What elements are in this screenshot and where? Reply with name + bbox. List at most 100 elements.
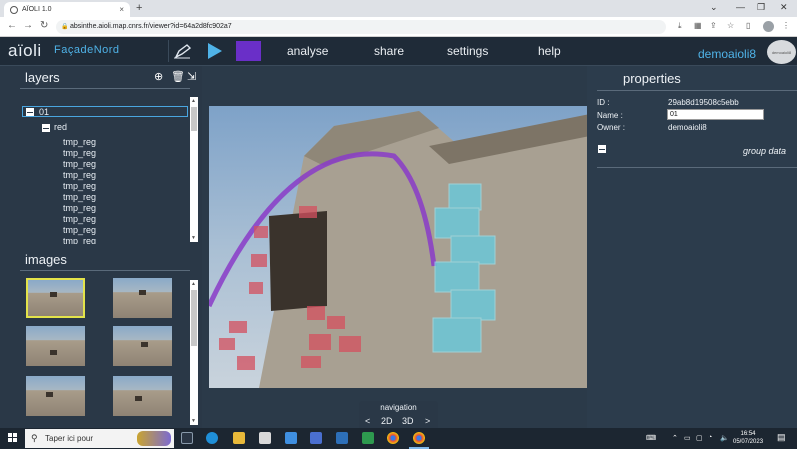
chat-icon[interactable]: ▢ — [696, 434, 703, 442]
browser-tab[interactable]: AÏOLI 1.0 × — [4, 2, 130, 17]
group-data-divider — [597, 167, 797, 168]
properties-title: properties — [623, 71, 681, 86]
translate-icon[interactable]: ▦ — [694, 21, 702, 30]
layer-group-01[interactable]: 01 — [22, 106, 188, 117]
group-data-label[interactable]: group data — [743, 146, 786, 156]
images-scrollbar[interactable]: ▲ ▼ — [190, 280, 198, 425]
layer-item[interactable]: tmp_reg — [63, 225, 96, 235]
app-icon[interactable] — [336, 432, 348, 444]
name-field[interactable] — [667, 109, 764, 120]
layer-item[interactable]: tmp_reg — [63, 181, 96, 191]
prev-image-button[interactable]: < — [365, 416, 370, 426]
image-thumbnail[interactable] — [113, 278, 172, 318]
forward-icon[interactable]: → — [23, 20, 33, 31]
layer-group-red[interactable]: red — [41, 122, 67, 132]
chrome-icon[interactable] — [413, 432, 425, 444]
window-close-button[interactable]: ✕ — [780, 2, 788, 13]
window-mark — [50, 292, 57, 297]
scroll-down-icon[interactable]: ▼ — [191, 235, 196, 241]
image-viewer[interactable] — [202, 66, 590, 428]
scroll-up-icon[interactable]: ▲ — [191, 281, 196, 287]
back-icon[interactable]: ← — [7, 20, 17, 31]
sidepanel-icon[interactable]: ▯ — [746, 21, 750, 30]
mail-icon[interactable] — [285, 432, 297, 444]
next-image-button[interactable]: > — [425, 416, 430, 426]
layer-item[interactable]: tmp_reg — [63, 148, 96, 158]
annotate-tool-button[interactable] — [168, 40, 194, 62]
url-text: absinthe.aioli.map.cnrs.fr/viewer?id=64a… — [70, 23, 232, 30]
new-tab-button[interactable]: + — [136, 2, 142, 14]
layer-item[interactable]: tmp_reg — [63, 137, 96, 147]
browser-menu-icon[interactable]: ⋮ — [782, 21, 790, 30]
notification-icon[interactable]: ▤ — [777, 432, 786, 443]
delete-layer-icon[interactable]: 🗑 — [171, 70, 185, 83]
play-icon — [208, 43, 222, 59]
layers-title: layers — [25, 70, 60, 85]
menu-share[interactable]: share — [374, 44, 404, 58]
layer-item[interactable]: tmp_reg — [63, 214, 96, 224]
reload-icon[interactable]: ↻ — [40, 20, 48, 31]
tab-search-icon[interactable]: ⌄ — [710, 2, 718, 13]
owner-label: Owner : — [597, 123, 626, 132]
facade-photo[interactable] — [209, 106, 590, 388]
bookmark-star-icon[interactable]: ☆ — [727, 21, 734, 30]
menu-analyse[interactable]: analyse — [287, 44, 328, 58]
taskbar-clock[interactable]: 16:54 05/07/2023 — [733, 430, 763, 446]
taskbar-search[interactable]: ⚲ Taper ici pour — [25, 429, 174, 448]
minimize-button[interactable]: — — [736, 2, 745, 12]
mode-2d-button[interactable]: 2D — [381, 416, 393, 426]
image-thumbnail[interactable] — [113, 376, 172, 416]
scroll-up-icon[interactable]: ▲ — [191, 98, 196, 104]
collapse-icon[interactable] — [42, 124, 50, 132]
user-name[interactable]: demoaioli8 — [698, 47, 756, 61]
import-layer-icon[interactable]: ⇲ — [187, 70, 196, 83]
collapse-icon[interactable] — [26, 108, 34, 116]
chrome-icon[interactable] — [387, 432, 399, 444]
menu-settings[interactable]: settings — [447, 44, 488, 58]
add-layer-icon[interactable]: ⊕ — [154, 70, 163, 83]
url-field[interactable]: 🔒 absinthe.aioli.map.cnrs.fr/viewer?id=6… — [56, 20, 666, 34]
wifi-icon[interactable]: ◔ — [708, 434, 712, 441]
image-thumbnail[interactable] — [26, 278, 85, 318]
image-thumbnail[interactable] — [26, 376, 85, 416]
id-label: ID : — [597, 98, 610, 107]
image-thumbnail[interactable] — [113, 326, 172, 366]
edge-icon[interactable] — [206, 432, 218, 444]
color-tool-button[interactable] — [236, 41, 261, 61]
layers-scrollbar[interactable]: ▲ ▼ — [190, 97, 198, 242]
tab-favicon-icon — [10, 6, 18, 14]
play-tool-button[interactable] — [205, 40, 225, 62]
scroll-down-icon[interactable]: ▼ — [191, 418, 196, 424]
task-view-icon[interactable] — [181, 432, 193, 444]
store-icon[interactable] — [259, 432, 271, 444]
lock-icon: 🔒 — [61, 24, 69, 30]
project-name: FaçadeNord — [54, 44, 120, 56]
layer-item[interactable]: tmp_reg — [63, 236, 96, 244]
restore-button[interactable]: ❐ — [757, 2, 765, 13]
mode-3d-button[interactable]: 3D — [402, 416, 414, 426]
share-icon[interactable]: ⇪ — [710, 21, 717, 30]
network-icon[interactable]: ▭ — [684, 434, 691, 442]
scroll-thumb[interactable] — [191, 107, 197, 131]
tab-close-icon[interactable]: × — [119, 5, 124, 14]
layer-item[interactable]: tmp_reg — [63, 192, 96, 202]
app-icon[interactable] — [310, 432, 322, 444]
windows-start-icon[interactable] — [8, 433, 18, 443]
layer-item[interactable]: tmp_reg — [63, 170, 96, 180]
image-thumbnail[interactable] — [26, 326, 85, 366]
profile-avatar[interactable] — [763, 21, 774, 32]
volume-icon[interactable]: 🔈 — [720, 434, 729, 442]
file-explorer-icon[interactable] — [233, 432, 245, 444]
scroll-thumb[interactable] — [191, 290, 197, 346]
layer-item[interactable]: tmp_reg — [63, 159, 96, 169]
user-avatar[interactable]: demoaioli8 — [767, 40, 796, 64]
download-icon[interactable]: ⤓ — [678, 21, 682, 31]
layer-item[interactable]: tmp_reg — [63, 203, 96, 213]
menu-help[interactable]: help — [538, 44, 561, 58]
window-mark — [50, 350, 57, 355]
app-icon[interactable] — [362, 432, 374, 444]
browser-tab-bar: AÏOLI 1.0 × + ⌄ — ❐ ✕ — [0, 0, 797, 17]
tray-arrow-icon[interactable]: ⌃ — [672, 434, 678, 442]
group-data-collapse-icon[interactable] — [598, 145, 606, 153]
keyboard-icon[interactable]: ⌨ — [646, 434, 656, 442]
